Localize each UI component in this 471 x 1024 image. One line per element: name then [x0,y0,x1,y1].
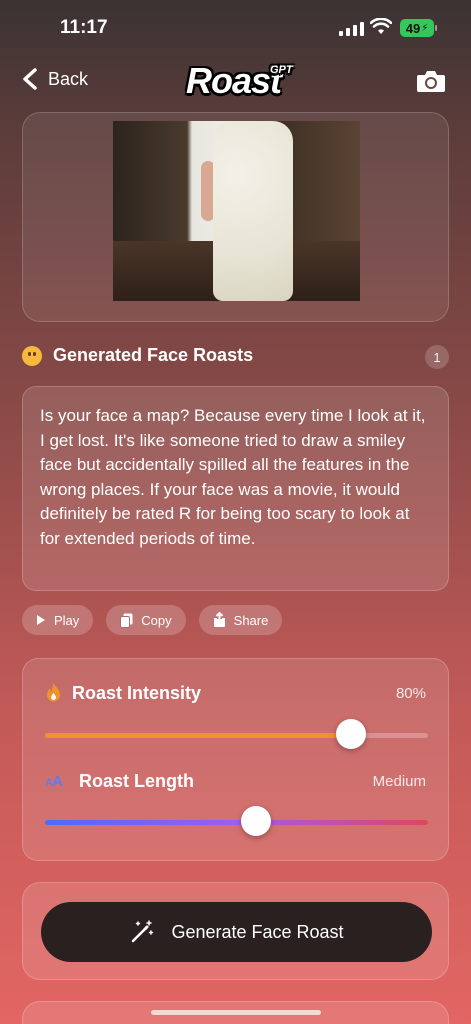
intensity-label: Roast Intensity [72,683,202,703]
battery-icon: 49 ⚡ [400,19,434,37]
home-indicator[interactable] [151,1010,321,1015]
intensity-slider-track[interactable] [45,733,428,738]
roast-actions: Play Copy Share [22,605,283,635]
play-label: Play [54,612,80,628]
play-icon [37,615,45,625]
copy-button[interactable]: Copy [106,605,186,635]
chevron-left-icon [23,68,37,90]
generate-roast-button[interactable]: Generate Face Roast [41,902,432,962]
length-label: Roast Length [79,771,194,791]
back-label: Back [48,68,89,89]
generate-card: Generate Face Roast [22,882,449,980]
roast-settings-card: Roast Intensity 80% AA Roast Length Medi… [22,658,449,861]
share-icon [213,612,225,627]
section-title: Generated Face Roasts [53,345,254,365]
intensity-slider-thumb[interactable] [336,719,367,749]
intensity-slider-fill [45,733,352,738]
photo-card [22,112,449,322]
share-label: Share [233,612,269,628]
status-time: 11:17 [60,17,108,38]
wifi-icon [370,18,392,34]
photo-dress [213,121,293,301]
roast-card: Is your face a map? Because every time I… [22,386,449,591]
roast-text: Is your face a map? Because every time I… [40,406,426,548]
camera-icon[interactable] [416,69,446,93]
smiley-icon [22,346,42,366]
magic-wand-icon [132,920,154,943]
uploaded-photo [113,121,360,301]
play-button[interactable]: Play [22,605,94,635]
flame-icon [47,683,60,702]
copy-icon [120,613,133,628]
length-value: Medium [372,773,426,790]
app-logo: Roast GPT [186,60,293,102]
logo-sup: GPT [270,64,293,76]
copy-label: Copy [141,612,172,628]
battery-level: 49 [405,20,421,36]
intensity-value: 80% [395,685,426,702]
back-button[interactable]: Back [22,68,88,90]
nav-bar: Back Roast GPT [0,58,471,104]
generate-label: Generate Face Roast [171,921,344,942]
battery-tip [435,25,437,31]
cellular-signal-icon [339,22,364,36]
logo-text: Roast [186,60,282,101]
length-slider-thumb[interactable] [240,806,271,836]
roast-count-badge: 1 [425,345,449,369]
roasts-section-header: Generated Face Roasts 1 [22,344,449,370]
status-bar: 11:17 49 ⚡ [0,0,471,54]
share-button[interactable]: Share [198,605,283,635]
text-size-icon: AA [45,773,63,790]
length-slider-track[interactable] [45,820,428,825]
